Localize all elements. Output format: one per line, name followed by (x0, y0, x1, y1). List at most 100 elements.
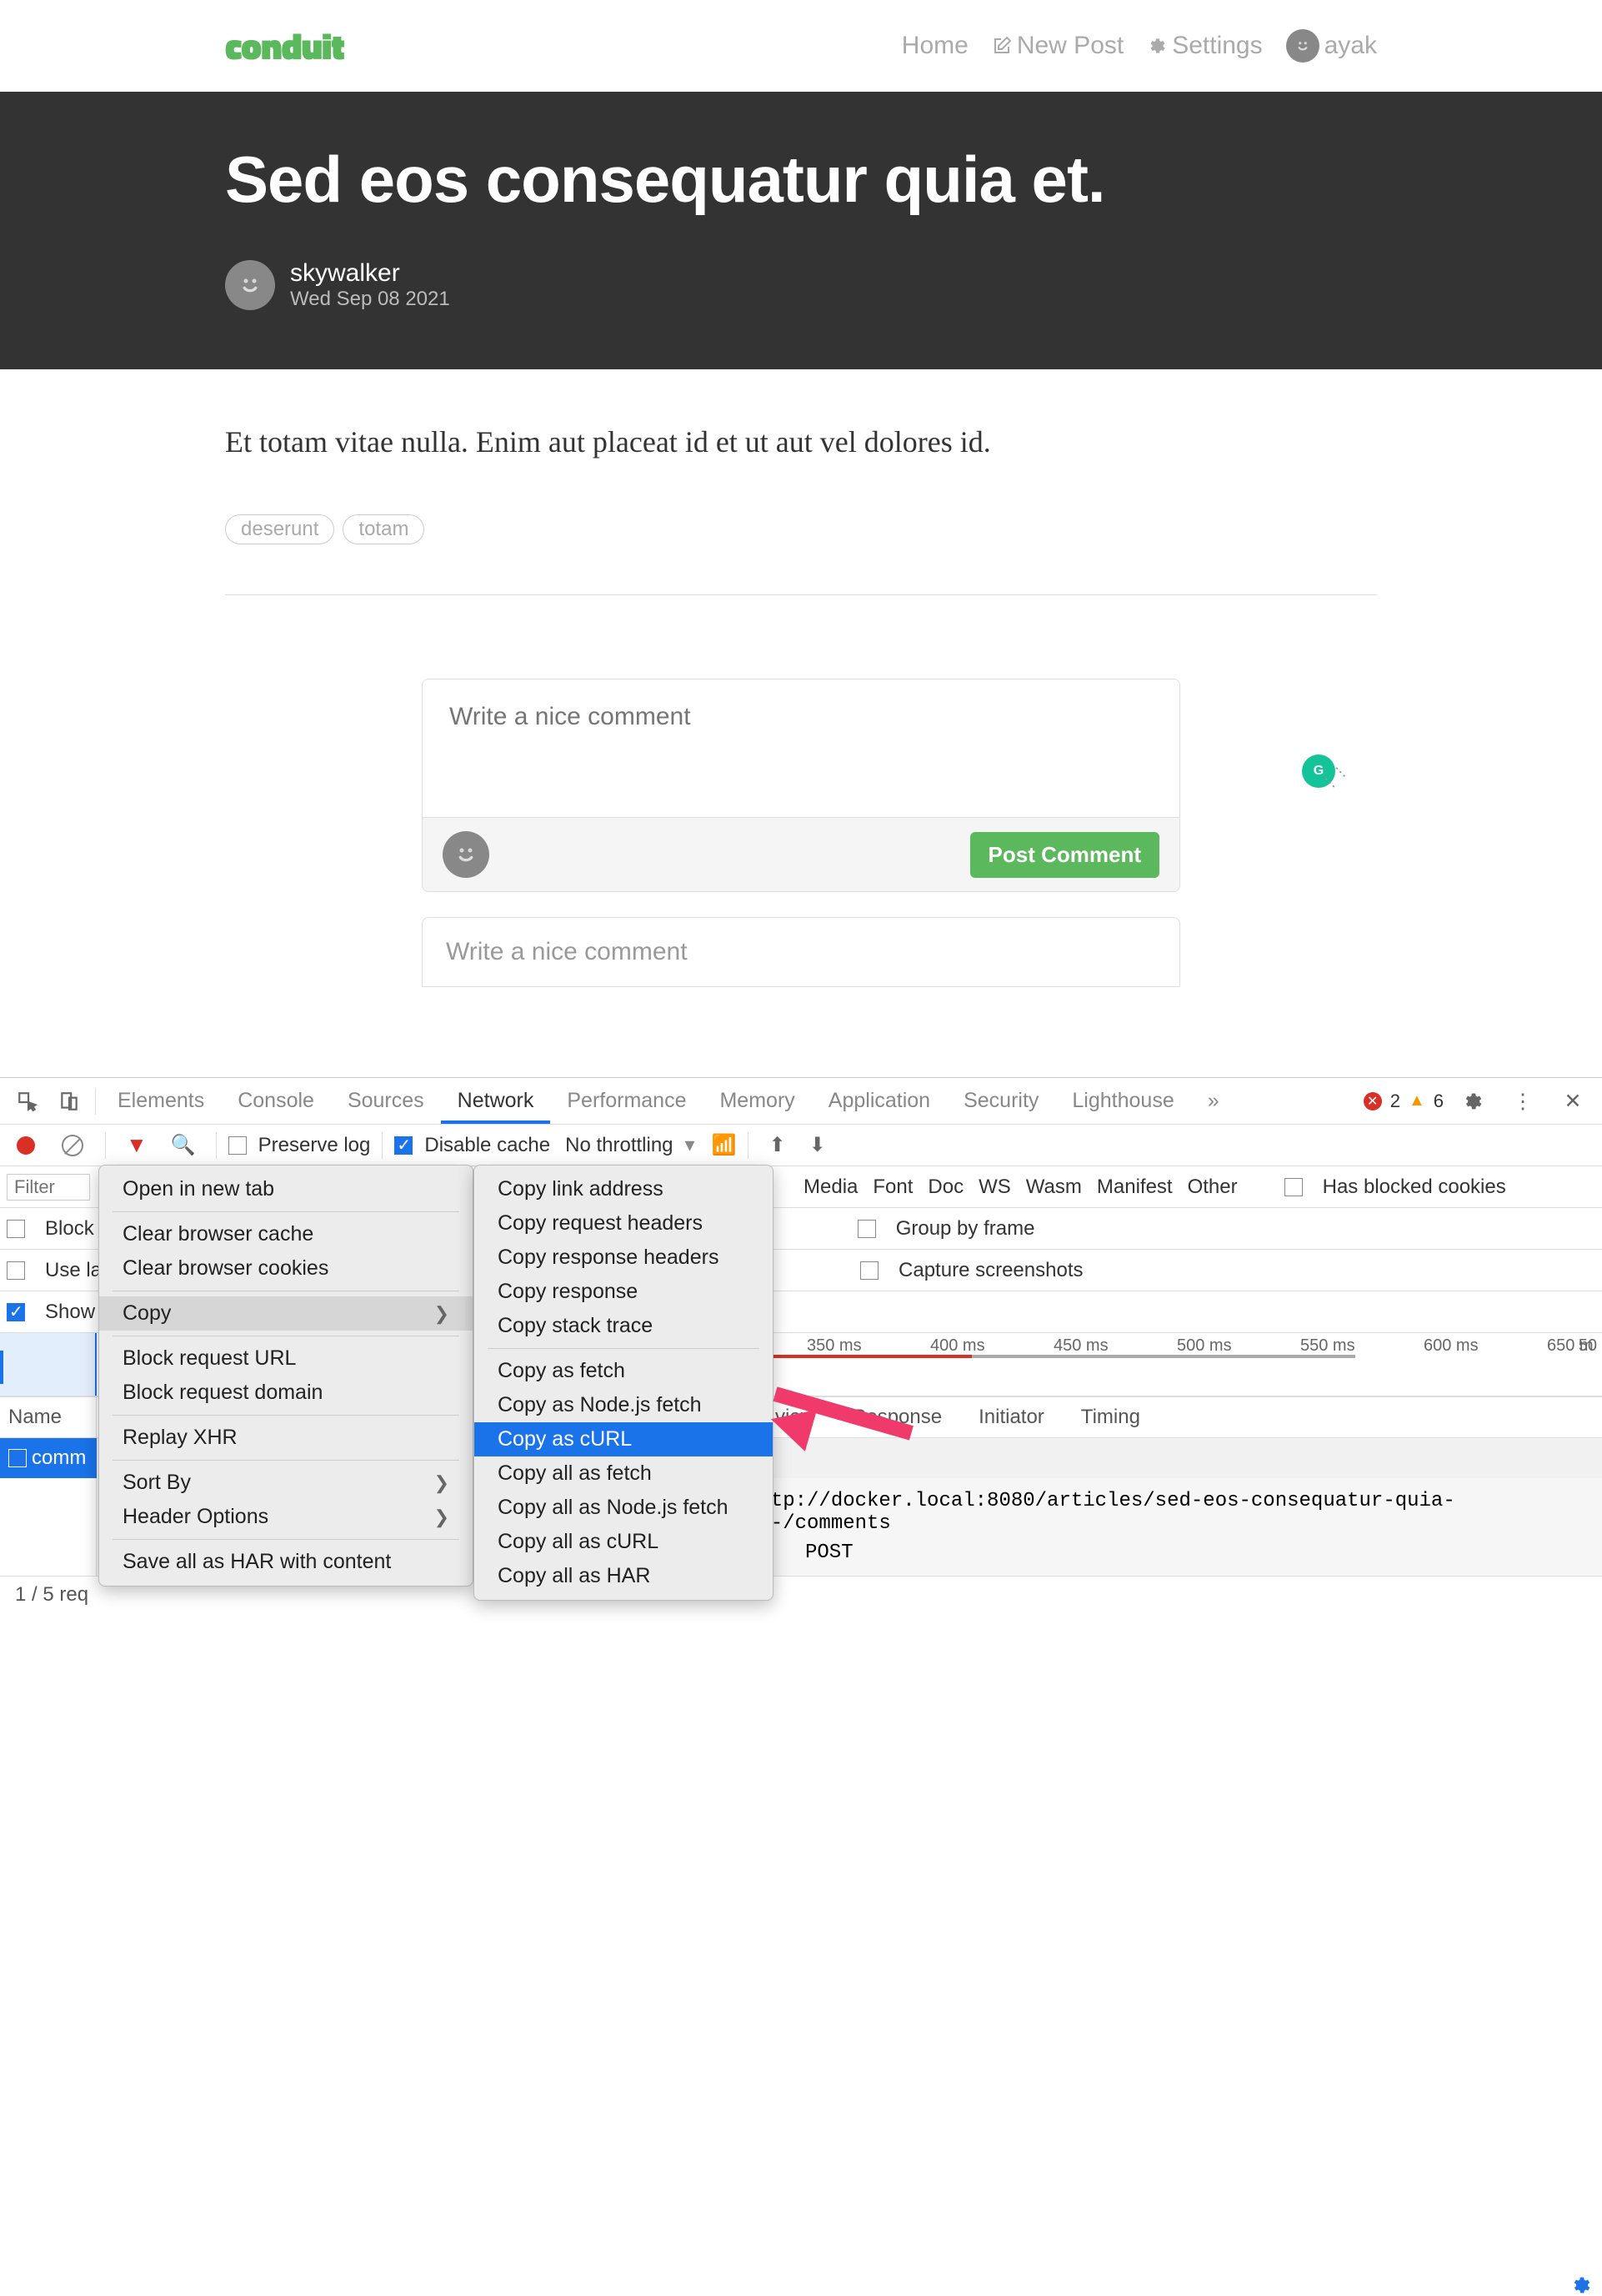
menu-item[interactable]: Header Options❯ (99, 1500, 473, 1534)
tab-elements[interactable]: Elements (101, 1078, 221, 1124)
type-media[interactable]: Media (804, 1176, 858, 1199)
type-manifest[interactable]: Manifest (1097, 1176, 1173, 1199)
tab-performance[interactable]: Performance (550, 1078, 703, 1124)
tab-network[interactable]: Network (441, 1078, 551, 1124)
filter-input[interactable] (7, 1174, 90, 1201)
menu-item[interactable]: Clear browser cache (99, 1217, 473, 1251)
request-name-cell[interactable]: comm (0, 1438, 97, 1478)
detail-tab-timing[interactable]: Timing (1063, 1397, 1159, 1437)
post-comment-button[interactable]: Post Comment (970, 832, 1159, 878)
clear-icon[interactable] (62, 1135, 83, 1156)
author-name[interactable]: skywalker (290, 259, 450, 288)
menu-item[interactable]: Clear browser cookies (99, 1251, 473, 1286)
request-checkbox[interactable] (8, 1449, 27, 1467)
block-checkbox[interactable] (7, 1220, 25, 1238)
tab-lighthouse[interactable]: Lighthouse (1055, 1078, 1190, 1124)
menu-item[interactable]: Replay XHR (99, 1421, 473, 1455)
filter-icon[interactable]: ▼ (126, 1132, 148, 1158)
timeline-tick: 450 ms (1054, 1336, 1109, 1356)
context-menu-copy[interactable]: Copy link addressCopy request headersCop… (473, 1165, 773, 1601)
menu-item[interactable]: Open in new tab (99, 1172, 473, 1206)
tab-security[interactable]: Security (947, 1078, 1055, 1124)
menu-item-label: Open in new tab (123, 1177, 274, 1201)
tab-memory[interactable]: Memory (703, 1078, 811, 1124)
tag[interactable]: deserunt (225, 514, 334, 544)
timeline-bar (0, 1351, 3, 1384)
nav-home[interactable]: Home (902, 32, 969, 60)
tab-sources[interactable]: Sources (331, 1078, 441, 1124)
warning-icon[interactable]: ▲ (1409, 1091, 1425, 1110)
menu-item[interactable]: Block request domain (99, 1376, 473, 1410)
disable-cache-checkbox[interactable] (394, 1136, 413, 1155)
record-icon[interactable] (17, 1136, 35, 1155)
type-font[interactable]: Font (873, 1176, 913, 1199)
kebab-icon[interactable]: ⋮ (1510, 1089, 1535, 1114)
menu-item[interactable]: Copy all as fetch (474, 1456, 773, 1491)
menu-item[interactable]: Block request URL (99, 1341, 473, 1376)
blocked-cookies-label: Has blocked cookies (1323, 1176, 1506, 1199)
nav-user[interactable]: ayak (1286, 29, 1377, 63)
tabs-more[interactable]: » (1191, 1078, 1236, 1124)
dropdown-icon[interactable]: ▾ (685, 1133, 695, 1157)
show-overview-checkbox[interactable] (7, 1303, 25, 1321)
preserve-log-checkbox[interactable] (228, 1136, 247, 1155)
use-large-checkbox[interactable] (7, 1261, 25, 1280)
inspect-icon[interactable] (15, 1089, 40, 1114)
comment-input-second[interactable]: Write a nice comment (422, 917, 1180, 987)
blocked-cookies-checkbox[interactable] (1284, 1178, 1303, 1196)
name-column-header[interactable]: Name (0, 1397, 97, 1437)
tab-application[interactable]: Application (812, 1078, 947, 1124)
comment-footer: Post Comment (423, 817, 1179, 891)
download-icon[interactable]: ⬇ (809, 1133, 826, 1157)
menu-item[interactable]: Sort By❯ (99, 1466, 473, 1500)
type-other[interactable]: Other (1188, 1176, 1238, 1199)
menu-item[interactable]: Copy all as cURL (474, 1525, 773, 1559)
tab-console[interactable]: Console (221, 1078, 331, 1124)
nav-settings[interactable]: Settings (1147, 32, 1262, 60)
devtools-right: ✕ 2 ▲ 6 ⋮ ✕ (1364, 1089, 1594, 1114)
menu-item[interactable]: Copy response (474, 1275, 773, 1309)
type-wasm[interactable]: Wasm (1026, 1176, 1082, 1199)
network-settings-icon[interactable] (1570, 2274, 1592, 2296)
type-ws[interactable]: WS (979, 1176, 1011, 1199)
nav-user-label: ayak (1324, 32, 1377, 60)
menu-item[interactable]: Copy all as HAR (474, 1559, 773, 1593)
menu-item[interactable]: Copy as Node.js fetch (474, 1388, 773, 1422)
menu-item[interactable]: Copy as cURL (474, 1422, 773, 1456)
brand-logo[interactable]: conduit (225, 18, 344, 74)
menu-item[interactable]: Copy❯ (99, 1296, 473, 1331)
menu-item[interactable]: Copy all as Node.js fetch (474, 1491, 773, 1525)
throttling-select[interactable]: No throttling (565, 1134, 673, 1157)
type-doc[interactable]: Doc (928, 1176, 964, 1199)
author-avatar[interactable] (225, 260, 275, 310)
preserve-log-label: Preserve log (258, 1134, 371, 1157)
chevron-right-icon: ❯ (434, 1472, 449, 1494)
error-badge-icon[interactable]: ✕ (1364, 1092, 1382, 1110)
nav-links: Home New Post Settings ayak (902, 29, 1377, 63)
article-text: Et totam vitae nulla. Enim aut placeat i… (225, 419, 1377, 464)
timeline-tick: 600 ms (1424, 1336, 1479, 1356)
article-body: Et totam vitae nulla. Enim aut placeat i… (0, 369, 1602, 629)
capture-checkbox[interactable] (860, 1261, 879, 1280)
menu-item[interactable]: Copy as fetch (474, 1354, 773, 1388)
menu-item[interactable]: Copy response headers (474, 1241, 773, 1275)
search-icon[interactable]: 🔍 (171, 1133, 196, 1157)
timeline-tick: 350 ms (807, 1336, 862, 1356)
context-menu-main[interactable]: Open in new tab Clear browser cacheClear … (98, 1165, 473, 1587)
timeline-selection[interactable] (0, 1333, 97, 1396)
warning-count: 6 (1434, 1090, 1444, 1112)
comment-input[interactable] (423, 679, 1179, 813)
tag[interactable]: totam (343, 514, 424, 544)
menu-item[interactable]: Save all as HAR with content (99, 1545, 473, 1579)
menu-item[interactable]: Copy request headers (474, 1206, 773, 1241)
close-icon[interactable]: ✕ (1560, 1089, 1585, 1114)
wifi-icon[interactable]: 📶 (712, 1133, 737, 1157)
group-frame-checkbox[interactable] (858, 1220, 876, 1238)
nav-new-post[interactable]: New Post (992, 32, 1124, 60)
menu-item[interactable]: Copy stack trace (474, 1309, 773, 1343)
settings-gear-icon[interactable] (1460, 1089, 1485, 1114)
upload-icon[interactable]: ⬆ (768, 1133, 785, 1157)
device-icon[interactable] (57, 1089, 82, 1114)
detail-tab-initiator[interactable]: Initiator (960, 1397, 1063, 1437)
menu-item[interactable]: Copy link address (474, 1172, 773, 1206)
